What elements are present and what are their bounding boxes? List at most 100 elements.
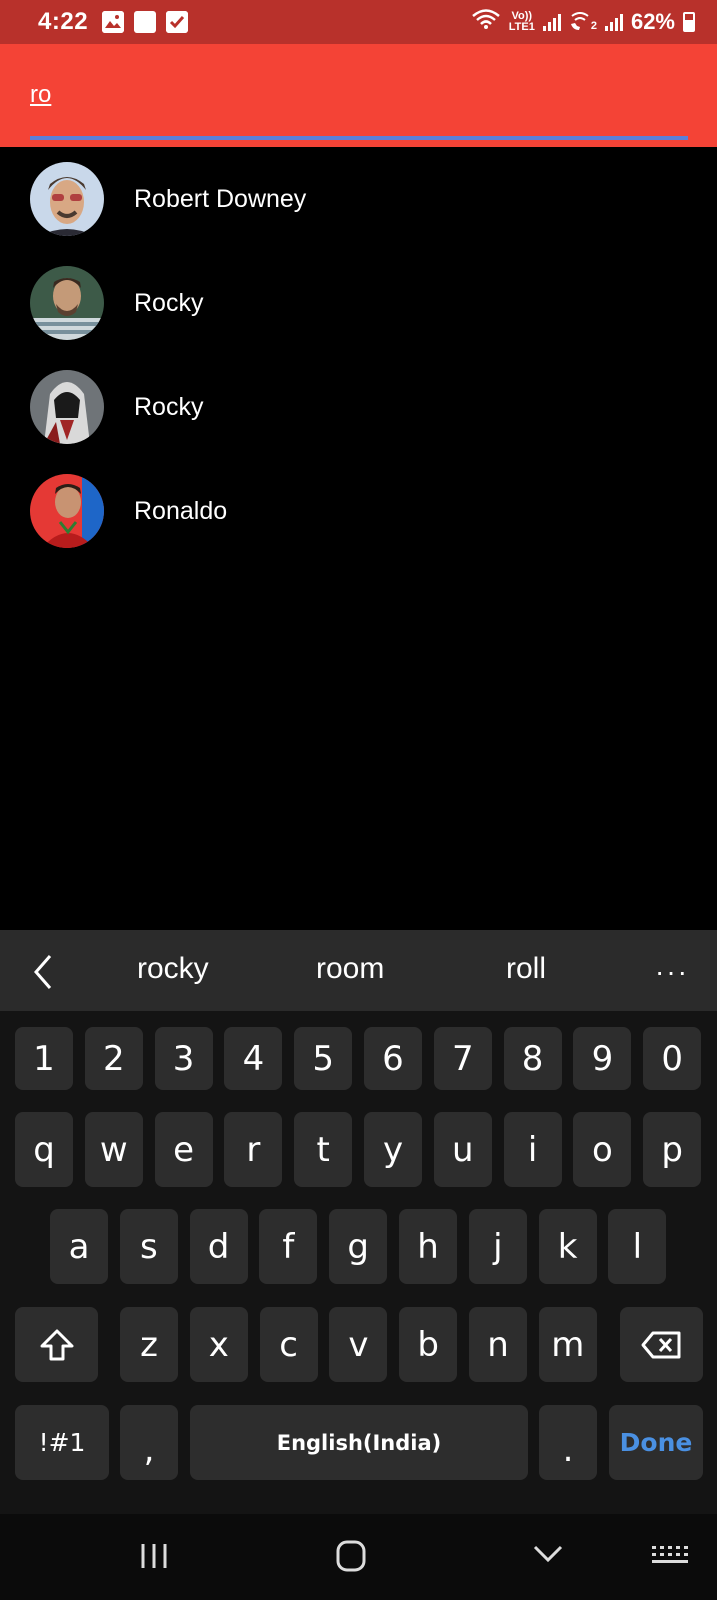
volte-indicator: Vo)) LTE1 xyxy=(509,11,535,33)
comma-key-label: , xyxy=(143,1430,155,1470)
list-item[interactable]: Ronaldo xyxy=(0,459,717,563)
space-key[interactable]: English(India) xyxy=(190,1405,528,1480)
key-m[interactable]: m xyxy=(538,1307,597,1382)
key-d[interactable]: d xyxy=(189,1209,248,1284)
key-k-label: k xyxy=(557,1226,578,1267)
rocky-avatar-1 xyxy=(30,266,104,340)
wifi-icon xyxy=(471,8,501,36)
list-item[interactable]: Rocky xyxy=(0,251,717,355)
key-n-label: n xyxy=(487,1324,509,1365)
key-l-label: l xyxy=(632,1226,643,1267)
search-input[interactable] xyxy=(30,80,670,110)
key-5[interactable]: 5 xyxy=(294,1027,353,1090)
status-bar: 4:22 Vo)) LTE1 2 62% xyxy=(0,0,717,44)
battery-percent: 62% xyxy=(630,9,675,34)
key-e[interactable]: e xyxy=(154,1112,213,1187)
key-t[interactable]: t xyxy=(294,1112,353,1187)
key-o[interactable]: o xyxy=(573,1112,632,1187)
key-s[interactable]: s xyxy=(119,1209,178,1284)
chevron-down-icon[interactable] xyxy=(532,1542,564,1571)
key-j[interactable]: j xyxy=(468,1209,527,1284)
status-time: 4:22 xyxy=(38,8,89,35)
period-key[interactable]: . xyxy=(539,1405,597,1480)
key-7-label: 7 xyxy=(451,1038,474,1079)
key-w[interactable]: w xyxy=(84,1112,143,1187)
gallery-notification-icon xyxy=(102,11,125,33)
key-d-label: d xyxy=(207,1226,230,1267)
comma-key[interactable]: , xyxy=(120,1405,178,1480)
key-u[interactable]: u xyxy=(433,1112,492,1187)
key-3[interactable]: 3 xyxy=(154,1027,213,1090)
key-i-label: i xyxy=(527,1129,538,1170)
key-x-label: x xyxy=(208,1324,229,1365)
key-g[interactable]: g xyxy=(329,1209,388,1284)
key-0[interactable]: 0 xyxy=(643,1027,702,1090)
key-q-label: q xyxy=(33,1129,55,1170)
key-q[interactable]: q xyxy=(15,1112,73,1187)
key-4[interactable]: 4 xyxy=(224,1027,283,1090)
key-9[interactable]: 9 xyxy=(573,1027,632,1090)
key-z[interactable]: z xyxy=(120,1307,178,1382)
key-8-label: 8 xyxy=(521,1038,544,1079)
backspace-key[interactable] xyxy=(620,1307,703,1382)
key-i[interactable]: i xyxy=(503,1112,562,1187)
done-key[interactable]: Done xyxy=(609,1405,703,1480)
recent-apps-icon[interactable] xyxy=(139,1542,169,1575)
done-key-label: Done xyxy=(619,1428,693,1457)
key-1[interactable]: 1 xyxy=(15,1027,73,1090)
key-l[interactable]: l xyxy=(608,1209,667,1284)
key-h[interactable]: h xyxy=(399,1209,457,1284)
key-0-label: 0 xyxy=(661,1038,683,1079)
lte-label: LTE1 xyxy=(508,21,535,33)
key-6[interactable]: 6 xyxy=(364,1027,422,1090)
key-s-label: s xyxy=(139,1226,158,1267)
key-b[interactable]: b xyxy=(399,1307,458,1382)
key-5-label: 5 xyxy=(312,1038,334,1079)
sim2-label: 2 xyxy=(590,20,597,32)
key-g-label: g xyxy=(347,1226,369,1267)
period-key-label: . xyxy=(562,1430,574,1470)
rocky-avatar-2 xyxy=(30,370,104,444)
key-r[interactable]: r xyxy=(224,1112,283,1187)
more-options-icon[interactable]: ··· xyxy=(655,956,689,988)
suggestion-room[interactable]: room xyxy=(316,952,384,986)
backspace-icon xyxy=(641,1331,680,1358)
key-3-label: 3 xyxy=(172,1038,195,1079)
home-icon[interactable] xyxy=(336,1540,366,1577)
list-item[interactable]: Rocky xyxy=(0,355,717,459)
key-k[interactable]: k xyxy=(538,1209,597,1284)
key-1-label: 1 xyxy=(33,1038,55,1079)
key-b-label: b xyxy=(417,1324,439,1365)
search-underline xyxy=(30,136,688,140)
check-notification-icon xyxy=(166,11,189,33)
key-v[interactable]: v xyxy=(329,1307,388,1382)
key-n[interactable]: n xyxy=(469,1307,527,1382)
symbols-key[interactable]: !#1 xyxy=(15,1405,109,1480)
contact-name: Rocky xyxy=(134,392,204,421)
suggestion-rocky[interactable]: rocky xyxy=(137,952,209,986)
key-t-label: t xyxy=(316,1129,330,1170)
contact-name: Rocky xyxy=(134,288,204,317)
key-2-label: 2 xyxy=(102,1038,125,1079)
shift-key[interactable] xyxy=(15,1307,98,1382)
list-item[interactable]: Robert Downey xyxy=(0,147,717,251)
keyboard-hide-icon[interactable] xyxy=(652,1546,688,1573)
search-results-list: Robert Downey Rocky Rocky Ronaldo xyxy=(0,147,717,563)
key-a[interactable]: a xyxy=(50,1209,108,1284)
key-c[interactable]: c xyxy=(259,1307,318,1382)
navigation-bar xyxy=(0,1514,717,1600)
robert-downey-avatar xyxy=(30,162,104,236)
key-8[interactable]: 8 xyxy=(503,1027,562,1090)
search-header xyxy=(0,44,717,147)
key-x[interactable]: x xyxy=(189,1307,248,1382)
key-y[interactable]: y xyxy=(364,1112,422,1187)
chevron-left-icon[interactable] xyxy=(28,952,58,992)
suggestion-roll[interactable]: roll xyxy=(506,952,546,986)
key-p[interactable]: p xyxy=(643,1112,702,1187)
signal-sim1-icon xyxy=(542,13,561,31)
space-key-label: English(India) xyxy=(276,1430,442,1455)
key-2[interactable]: 2 xyxy=(84,1027,143,1090)
key-7[interactable]: 7 xyxy=(433,1027,492,1090)
key-f[interactable]: f xyxy=(259,1209,318,1284)
contact-name: Robert Downey xyxy=(134,184,307,213)
